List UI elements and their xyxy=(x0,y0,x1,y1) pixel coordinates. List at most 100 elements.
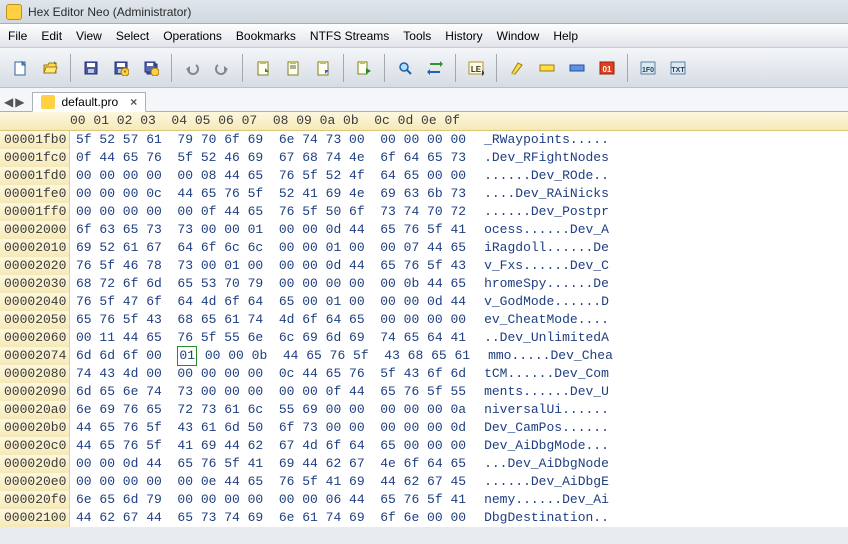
bytes-cell[interactable]: 00 00 0d 44 65 76 5f 41 69 44 62 67 4e 6… xyxy=(70,455,466,473)
ascii-cell[interactable]: mmo.....Dev_Chea xyxy=(470,347,613,365)
bytes-cell[interactable]: 76 5f 47 6f 64 4d 6f 64 65 00 01 00 00 0… xyxy=(70,293,466,311)
bytes-cell[interactable]: 5f 52 57 61 79 70 6f 69 6e 74 73 00 00 0… xyxy=(70,131,466,149)
hex-row[interactable]: 000020b044 65 76 5f 43 61 6d 50 6f 73 00… xyxy=(0,419,848,437)
ascii-cell[interactable]: ev_CheatMode.... xyxy=(466,311,609,329)
find-icon[interactable] xyxy=(391,54,419,82)
replace-icon[interactable] xyxy=(421,54,449,82)
bytes-cell[interactable]: 00 00 00 00 00 0e 44 65 76 5f 41 69 44 6… xyxy=(70,473,466,491)
ascii-cell[interactable]: ......Dev_ROde.. xyxy=(466,167,609,185)
le-icon[interactable]: LE xyxy=(462,54,490,82)
ascii-cell[interactable]: ocess......Dev_A xyxy=(466,221,609,239)
tab-close-icon[interactable]: × xyxy=(130,95,137,109)
bytes-cell[interactable]: 00 00 00 00 00 0f 44 65 76 5f 50 6f 73 7… xyxy=(70,203,466,221)
ascii-cell[interactable]: hromeSpy......De xyxy=(466,275,609,293)
bytes-cell[interactable]: 44 65 76 5f 43 61 6d 50 6f 73 00 00 00 0… xyxy=(70,419,466,437)
menu-operations[interactable]: Operations xyxy=(163,29,222,43)
ascii-cell[interactable]: v_Fxs......Dev_C xyxy=(466,257,609,275)
save-as-icon[interactable]: * xyxy=(107,54,135,82)
ascii-cell[interactable]: ......Dev_AiDbgE xyxy=(466,473,609,491)
bytes-cell[interactable]: 00 11 44 65 76 5f 55 6e 6c 69 6d 69 74 6… xyxy=(70,329,466,347)
hex-row[interactable]: 0000208074 43 4d 00 00 00 00 00 0c 44 65… xyxy=(0,365,848,383)
menu-select[interactable]: Select xyxy=(116,29,149,43)
zero-one-icon[interactable]: 01 xyxy=(593,54,621,82)
highlight-icon[interactable] xyxy=(503,54,531,82)
hex-row[interactable]: 000020906d 65 6e 74 73 00 00 00 00 00 0f… xyxy=(0,383,848,401)
hex-row[interactable]: 00001fb05f 52 57 61 79 70 6f 69 6e 74 73… xyxy=(0,131,848,149)
bytes-cell[interactable]: 68 72 6f 6d 65 53 70 79 00 00 00 00 00 0… xyxy=(70,275,466,293)
ascii-cell[interactable]: niversalUi...... xyxy=(466,401,609,419)
hex-row[interactable]: 00001fd000 00 00 00 00 08 44 65 76 5f 52… xyxy=(0,167,848,185)
bytes-cell[interactable]: 00 00 00 00 00 08 44 65 76 5f 52 4f 64 6… xyxy=(70,167,466,185)
tab-prev-icon[interactable]: ◀ xyxy=(4,95,13,109)
hex-row[interactable]: 0000202076 5f 46 78 73 00 01 00 00 00 0d… xyxy=(0,257,848,275)
clipboard-1-icon[interactable] xyxy=(249,54,277,82)
clipboard-3-icon[interactable] xyxy=(309,54,337,82)
hex-row[interactable]: 0000205065 76 5f 43 68 65 61 74 4d 6f 64… xyxy=(0,311,848,329)
undo-icon[interactable] xyxy=(178,54,206,82)
save-all-icon[interactable] xyxy=(137,54,165,82)
ascii-cell[interactable]: _RWaypoints..... xyxy=(466,131,609,149)
ascii-cell[interactable]: ...Dev_AiDbgNode xyxy=(466,455,609,473)
ascii-cell[interactable]: ......Dev_Postpr xyxy=(466,203,609,221)
bytes-cell[interactable]: 6e 65 6d 79 00 00 00 00 00 00 06 44 65 7… xyxy=(70,491,466,509)
clipboard-2-icon[interactable] xyxy=(279,54,307,82)
menu-help[interactable]: Help xyxy=(553,29,578,43)
tab-next-icon[interactable]: ▶ xyxy=(15,95,24,109)
ascii-cell[interactable]: iRagdoll......De xyxy=(466,239,609,257)
ascii-cell[interactable]: DbgDestination.. xyxy=(466,509,609,527)
hex-row[interactable]: 0000203068 72 6f 6d 65 53 70 79 00 00 00… xyxy=(0,275,848,293)
hex-row[interactable]: 0000201069 52 61 67 64 6f 6c 6c 00 00 01… xyxy=(0,239,848,257)
hex-row[interactable]: 000020006f 63 65 73 73 00 00 01 00 00 0d… xyxy=(0,221,848,239)
menu-window[interactable]: Window xyxy=(497,29,540,43)
new-icon[interactable] xyxy=(6,54,34,82)
bytes-cell[interactable]: 00 00 00 0c 44 65 76 5f 52 41 69 4e 69 6… xyxy=(70,185,466,203)
txt-icon[interactable]: TXT xyxy=(664,54,692,82)
hex-row[interactable]: 0000210044 62 67 44 65 73 74 69 6e 61 74… xyxy=(0,509,848,527)
bytes-cell[interactable]: 44 62 67 44 65 73 74 69 6e 61 74 69 6f 6… xyxy=(70,509,466,527)
bytes-cell[interactable]: 65 76 5f 43 68 65 61 74 4d 6f 64 65 00 0… xyxy=(70,311,466,329)
ascii-cell[interactable]: Dev_AiDbgMode... xyxy=(466,437,609,455)
hex-view[interactable]: 00 01 02 03 04 05 06 07 08 09 0a 0b 0c 0… xyxy=(0,112,848,527)
cursor-byte[interactable]: 01 xyxy=(177,346,197,366)
open-icon[interactable] xyxy=(36,54,64,82)
bytes-cell[interactable]: 6d 65 6e 74 73 00 00 00 00 00 0f 44 65 7… xyxy=(70,383,466,401)
ascii-cell[interactable]: ments......Dev_U xyxy=(466,383,609,401)
bytes-cell[interactable]: 74 43 4d 00 00 00 00 00 0c 44 65 76 5f 4… xyxy=(70,365,466,383)
ascii-cell[interactable]: .Dev_RFightNodes xyxy=(466,149,609,167)
bytes-cell[interactable]: 6d 6d 6f 00 01 00 00 0b 44 65 76 5f 43 6… xyxy=(70,347,470,365)
bytes-cell[interactable]: 0f 44 65 76 5f 52 46 69 67 68 74 4e 6f 6… xyxy=(70,149,466,167)
ascii-cell[interactable]: nemy......Dev_Ai xyxy=(466,491,609,509)
hex-row[interactable]: 000020746d 6d 6f 00 01 00 00 0b 44 65 76… xyxy=(0,347,848,365)
hex-row[interactable]: 000020e000 00 00 00 00 0e 44 65 76 5f 41… xyxy=(0,473,848,491)
ascii-cell[interactable]: Dev_CamPos...... xyxy=(466,419,609,437)
hex-row[interactable]: 000020a06e 69 76 65 72 73 61 6c 55 69 00… xyxy=(0,401,848,419)
hex-row[interactable]: 000020c044 65 76 5f 41 69 44 62 67 4d 6f… xyxy=(0,437,848,455)
redo-icon[interactable] xyxy=(208,54,236,82)
bytes-cell[interactable]: 69 52 61 67 64 6f 6c 6c 00 00 01 00 00 0… xyxy=(70,239,466,257)
hex-row[interactable]: 000020f06e 65 6d 79 00 00 00 00 00 00 06… xyxy=(0,491,848,509)
menu-ntfs-streams[interactable]: NTFS Streams xyxy=(310,29,389,43)
tab-default-pro[interactable]: default.pro × xyxy=(32,92,146,112)
menu-view[interactable]: View xyxy=(76,29,102,43)
menu-edit[interactable]: Edit xyxy=(41,29,62,43)
ascii-cell[interactable]: ....Dev_RAiNicks xyxy=(466,185,609,203)
bytes-cell[interactable]: 76 5f 46 78 73 00 01 00 00 00 0d 44 65 7… xyxy=(70,257,466,275)
bar-blue-icon[interactable] xyxy=(563,54,591,82)
hex-row[interactable]: 00001ff000 00 00 00 00 0f 44 65 76 5f 50… xyxy=(0,203,848,221)
bar-yellow-icon[interactable] xyxy=(533,54,561,82)
hex-row[interactable]: 00001fe000 00 00 0c 44 65 76 5f 52 41 69… xyxy=(0,185,848,203)
bytes-cell[interactable]: 44 65 76 5f 41 69 44 62 67 4d 6f 64 65 0… xyxy=(70,437,466,455)
menu-bookmarks[interactable]: Bookmarks xyxy=(236,29,296,43)
hex-icon[interactable]: 1F0 xyxy=(634,54,662,82)
bytes-cell[interactable]: 6e 69 76 65 72 73 61 6c 55 69 00 00 00 0… xyxy=(70,401,466,419)
hex-row[interactable]: 0000204076 5f 47 6f 64 4d 6f 64 65 00 01… xyxy=(0,293,848,311)
clipboard-go-icon[interactable] xyxy=(350,54,378,82)
ascii-cell[interactable]: v_GodMode......D xyxy=(466,293,609,311)
hex-row[interactable]: 000020d000 00 0d 44 65 76 5f 41 69 44 62… xyxy=(0,455,848,473)
hex-row[interactable]: 00001fc00f 44 65 76 5f 52 46 69 67 68 74… xyxy=(0,149,848,167)
menu-history[interactable]: History xyxy=(445,29,482,43)
menu-tools[interactable]: Tools xyxy=(403,29,431,43)
hex-row[interactable]: 0000206000 11 44 65 76 5f 55 6e 6c 69 6d… xyxy=(0,329,848,347)
menu-file[interactable]: File xyxy=(8,29,27,43)
bytes-cell[interactable]: 6f 63 65 73 73 00 00 01 00 00 0d 44 65 7… xyxy=(70,221,466,239)
